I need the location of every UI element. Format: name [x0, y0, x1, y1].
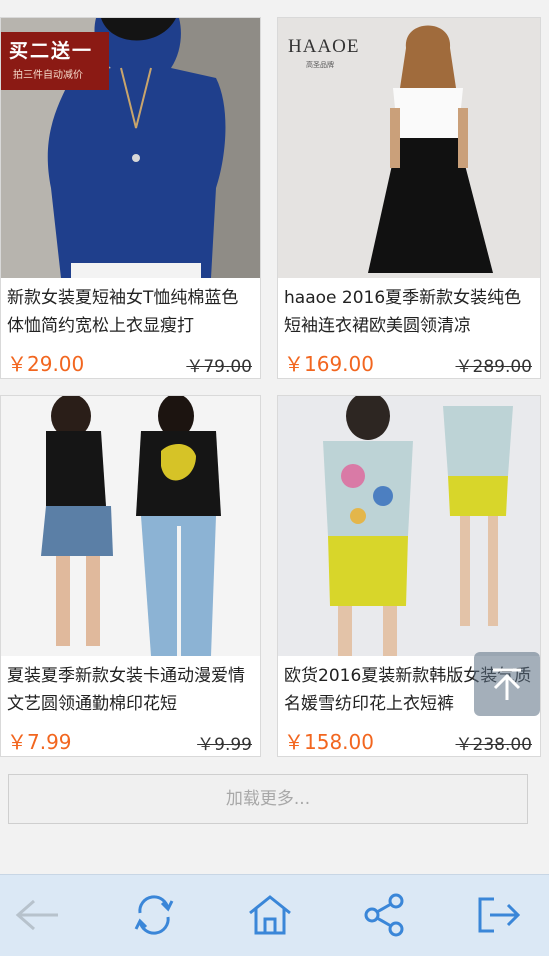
product-original-price: ￥238.00: [455, 735, 532, 755]
product-card[interactable]: HAAOE 高圣品牌 haaoe 2016夏季新款女装纯色短袖连衣裙欧美圆领清凉…: [277, 17, 541, 379]
product-price: ￥169.00: [284, 352, 374, 376]
refresh-button[interactable]: [126, 887, 182, 943]
product-image[interactable]: 买二送一 拍三件自动减价: [1, 18, 260, 278]
product-price: ￥7.99: [7, 730, 72, 754]
product-original-price: ￥289.00: [455, 357, 532, 377]
exit-button[interactable]: [470, 887, 526, 943]
back-to-top-button[interactable]: [474, 652, 540, 716]
promo-badge: 买二送一 拍三件自动减价: [1, 32, 109, 90]
bottom-toolbar: [0, 874, 549, 956]
badge-sub-text: 拍三件自动减价: [13, 70, 83, 81]
load-more-button[interactable]: 加载更多...: [8, 774, 528, 824]
share-button[interactable]: [356, 887, 412, 943]
back-button[interactable]: [10, 887, 66, 943]
refresh-icon: [134, 895, 174, 935]
product-title[interactable]: 夏装夏季新款女装卡通动漫爱情文艺圆领通勤棉印花短: [7, 662, 254, 722]
product-image[interactable]: [278, 396, 540, 656]
exit-icon: [478, 897, 521, 933]
product-original-price: ￥9.99: [197, 735, 252, 755]
product-price: ￥29.00: [7, 352, 85, 376]
product-title[interactable]: haaoe 2016夏季新款女装纯色短袖连衣裙欧美圆领清凉: [284, 284, 534, 344]
home-button[interactable]: [242, 887, 298, 943]
share-icon: [364, 893, 404, 937]
product-price: ￥158.00: [284, 730, 374, 754]
product-original-price: ￥79.00: [186, 357, 252, 377]
badge-main-text: 买二送一: [9, 40, 94, 62]
brand-logo: HAAOE: [288, 36, 360, 57]
product-image[interactable]: [1, 396, 260, 656]
product-title[interactable]: 新款女装夏短袖女T恤纯棉蓝色体恤简约宽松上衣显瘦打: [7, 284, 254, 344]
product-card[interactable]: 买二送一 拍三件自动减价 新款女装夏短袖女T恤纯棉蓝色体恤简约宽松上衣显瘦打 ￥…: [0, 17, 261, 379]
brand-subtext: 高圣品牌: [306, 61, 334, 69]
product-card[interactable]: 夏装夏季新款女装卡通动漫爱情文艺圆领通勤棉印花短 ￥7.99 ￥9.99: [0, 395, 261, 757]
product-image[interactable]: HAAOE 高圣品牌: [278, 18, 540, 278]
arrow-up-icon: [493, 668, 521, 700]
back-arrow-icon: [15, 899, 58, 931]
home-icon: [249, 895, 291, 935]
